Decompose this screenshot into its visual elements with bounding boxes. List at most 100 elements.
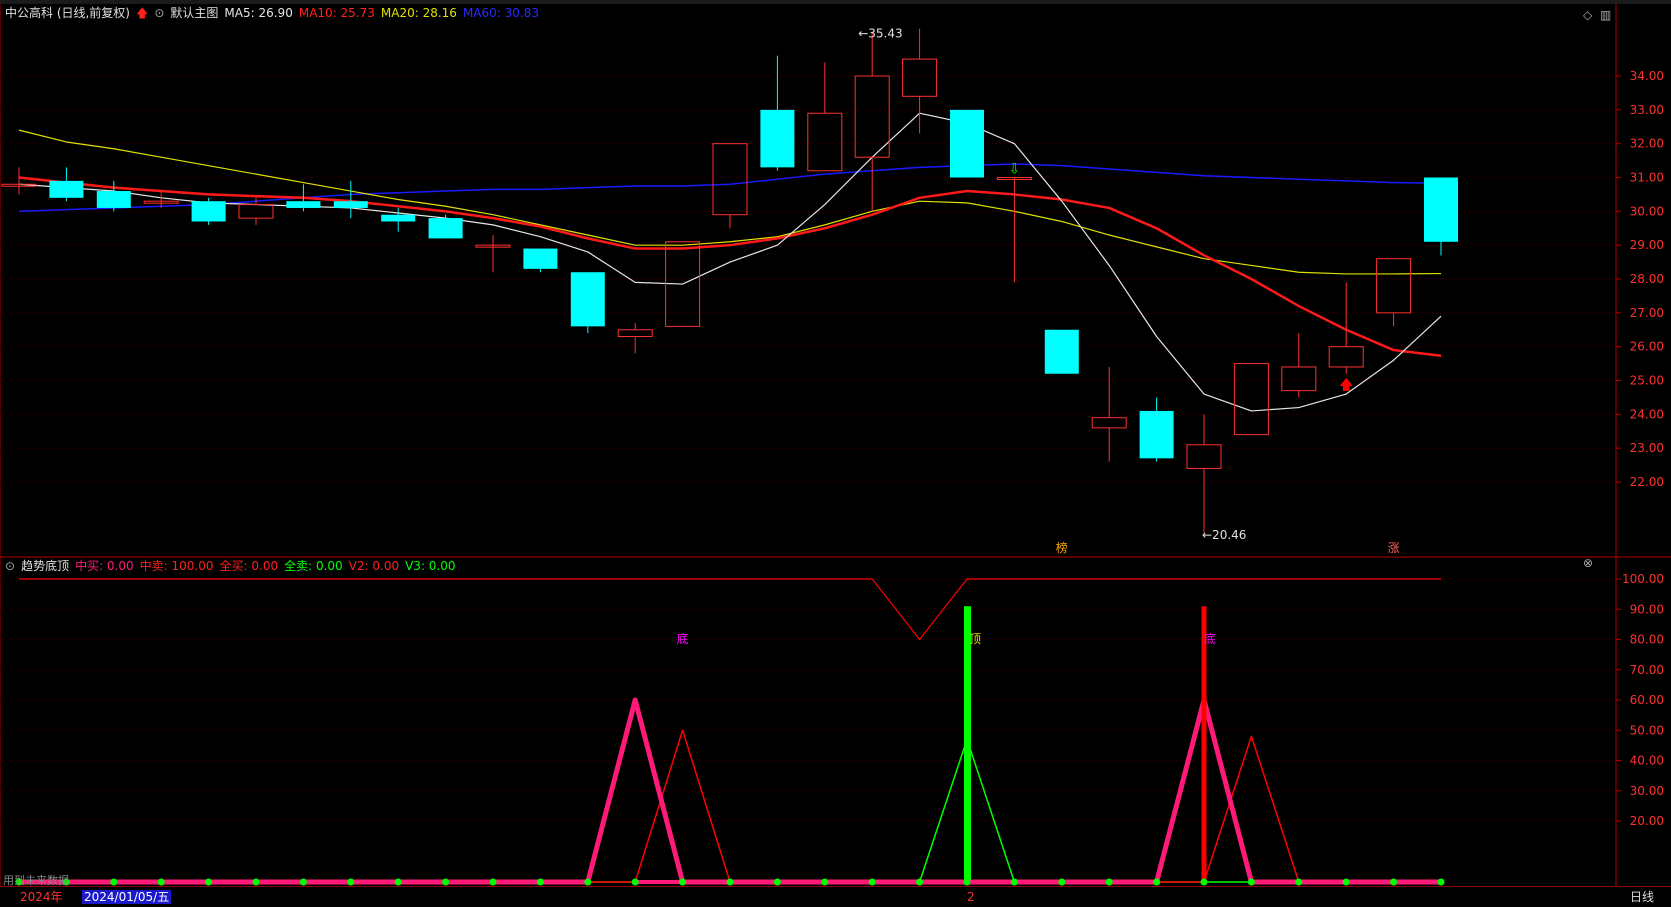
- candle-body-down: [96, 191, 131, 208]
- candle: [854, 32, 890, 212]
- indicator-tick-label: 50.00: [1630, 723, 1664, 737]
- candle-body-down: [286, 201, 321, 208]
- baseline-dot: [1058, 878, 1066, 886]
- baseline-dot: [1105, 878, 1113, 886]
- candle-body-up: [617, 329, 653, 338]
- candle: [1233, 363, 1269, 436]
- baseline-dot: [1295, 878, 1303, 886]
- candle-body-up: [854, 75, 890, 158]
- price-axis: 34.00 33.00 32.00 31.00 30.00 29.00 28.00 27.00…: [1616, 69, 1664, 489]
- baseline-dot: [442, 878, 450, 886]
- price-tick-label: 28.00: [1630, 272, 1664, 286]
- price-tick-label: 33.00: [1630, 103, 1664, 117]
- candle: [1186, 414, 1222, 533]
- baseline-dot: [821, 878, 829, 886]
- stock-chart[interactable]: 34.00 33.00 32.00 31.00 30.00 29.00 28.00 27.00…: [0, 0, 1671, 906]
- red-up-arrow-icon: 🡅: [1339, 378, 1353, 394]
- baseline-dot: [110, 878, 118, 886]
- candle-body-down: [570, 272, 605, 327]
- candle-body-down: [381, 214, 416, 222]
- candle-body-down: [1044, 329, 1079, 374]
- indicator-tick-label: 20.00: [1630, 814, 1664, 828]
- price-tick-label: 32.00: [1630, 137, 1664, 151]
- indicator-axis: 100.00 90.00 80.00 70.00 60.00 50.00 40.00 30.0…: [1616, 572, 1664, 828]
- price-tick-label: 26.00: [1630, 340, 1664, 354]
- baseline-dot: [299, 878, 307, 886]
- price-tick-label: 30.00: [1630, 204, 1664, 218]
- candle-body-up: [712, 143, 748, 216]
- indicator-tick-label: 90.00: [1630, 602, 1664, 616]
- candle-body-down: [950, 109, 984, 178]
- baseline-dot: [916, 878, 924, 886]
- high-price-label: ←35.43: [858, 27, 902, 41]
- candle-body-up: [1376, 258, 1412, 314]
- baseline-dot: [252, 878, 260, 886]
- baseline-dot: [1200, 878, 1208, 886]
- candle-body-down: [428, 218, 463, 239]
- bang-badge: 榜: [1056, 540, 1068, 555]
- year-label: 2024年: [20, 890, 63, 904]
- price-tick-label: 23.00: [1630, 441, 1664, 455]
- bottom-signal-label: 底: [1204, 631, 1216, 646]
- baseline-dot: [1010, 878, 1018, 886]
- candle-body-up: [1091, 417, 1127, 429]
- candle-body-down: [333, 201, 368, 208]
- candle: [712, 143, 748, 229]
- baseline-dot: [726, 878, 734, 886]
- future-data-hint: 用到未来数据: [3, 874, 69, 887]
- baseline-dot: [868, 878, 876, 886]
- indicator-tick-label: 30.00: [1630, 784, 1664, 798]
- indicator-plot: [15, 578, 1445, 886]
- baseline-dot: [536, 878, 544, 886]
- page-marker: 2: [967, 890, 975, 904]
- candle-body-down: [523, 248, 558, 269]
- period-label[interactable]: 日线: [1630, 890, 1654, 904]
- indicator-tick-label: 100.00: [1622, 572, 1664, 586]
- low-price-label: ←20.46: [1202, 528, 1246, 542]
- red-signal-line: [19, 729, 1441, 883]
- candle: [523, 248, 558, 273]
- price-tick-label: 29.00: [1630, 238, 1664, 252]
- indicator-tick-label: 40.00: [1630, 754, 1664, 768]
- baseline-dot: [489, 878, 497, 886]
- moving-average-lines: [18, 112, 1442, 412]
- top-signal-label: 顶: [969, 632, 981, 646]
- current-date[interactable]: 2024/01/05/五: [82, 890, 172, 904]
- candle-body-up: [1281, 366, 1317, 392]
- price-tick-label: 31.00: [1630, 171, 1664, 185]
- baseline-dot: [584, 878, 592, 886]
- candle: [1281, 333, 1317, 398]
- indicator-tick-label: 80.00: [1630, 633, 1664, 647]
- chart-gridlines: [0, 75, 1616, 822]
- candle: [760, 55, 795, 171]
- candle: [902, 28, 938, 134]
- candle: [428, 214, 463, 239]
- candle-body-up: [1328, 346, 1364, 368]
- candlesticks: [1, 28, 1458, 533]
- baseline-dot: [963, 878, 971, 886]
- candle: [475, 235, 511, 273]
- baseline-dot: [205, 878, 213, 886]
- baseline-dot: [1247, 878, 1255, 886]
- baseline-dot: [679, 878, 687, 886]
- candle: [1139, 397, 1174, 462]
- candle-body-down: [1139, 410, 1174, 459]
- price-tick-label: 22.00: [1630, 475, 1664, 489]
- candle: [1376, 258, 1412, 327]
- green-down-arrow-icon: ⇩: [1009, 162, 1021, 178]
- candle: [570, 272, 605, 334]
- candle-body-down: [760, 109, 795, 168]
- candle-body-up: [1233, 363, 1269, 436]
- candle-body-down: [191, 201, 226, 222]
- candle: [1, 167, 37, 195]
- ma20-line: [18, 129, 1442, 275]
- price-tick-label: 34.00: [1630, 69, 1664, 83]
- bottom-date-bar: 2024年 2024/01/05/五 2 日线: [0, 886, 1671, 907]
- baseline-dot: [394, 878, 402, 886]
- candle: [1091, 366, 1127, 462]
- candle-body-up: [902, 58, 938, 97]
- candle: [49, 167, 84, 202]
- baseline-dot: [1153, 878, 1161, 886]
- candle: [1044, 329, 1079, 374]
- indicator-tick-label: 70.00: [1630, 663, 1664, 677]
